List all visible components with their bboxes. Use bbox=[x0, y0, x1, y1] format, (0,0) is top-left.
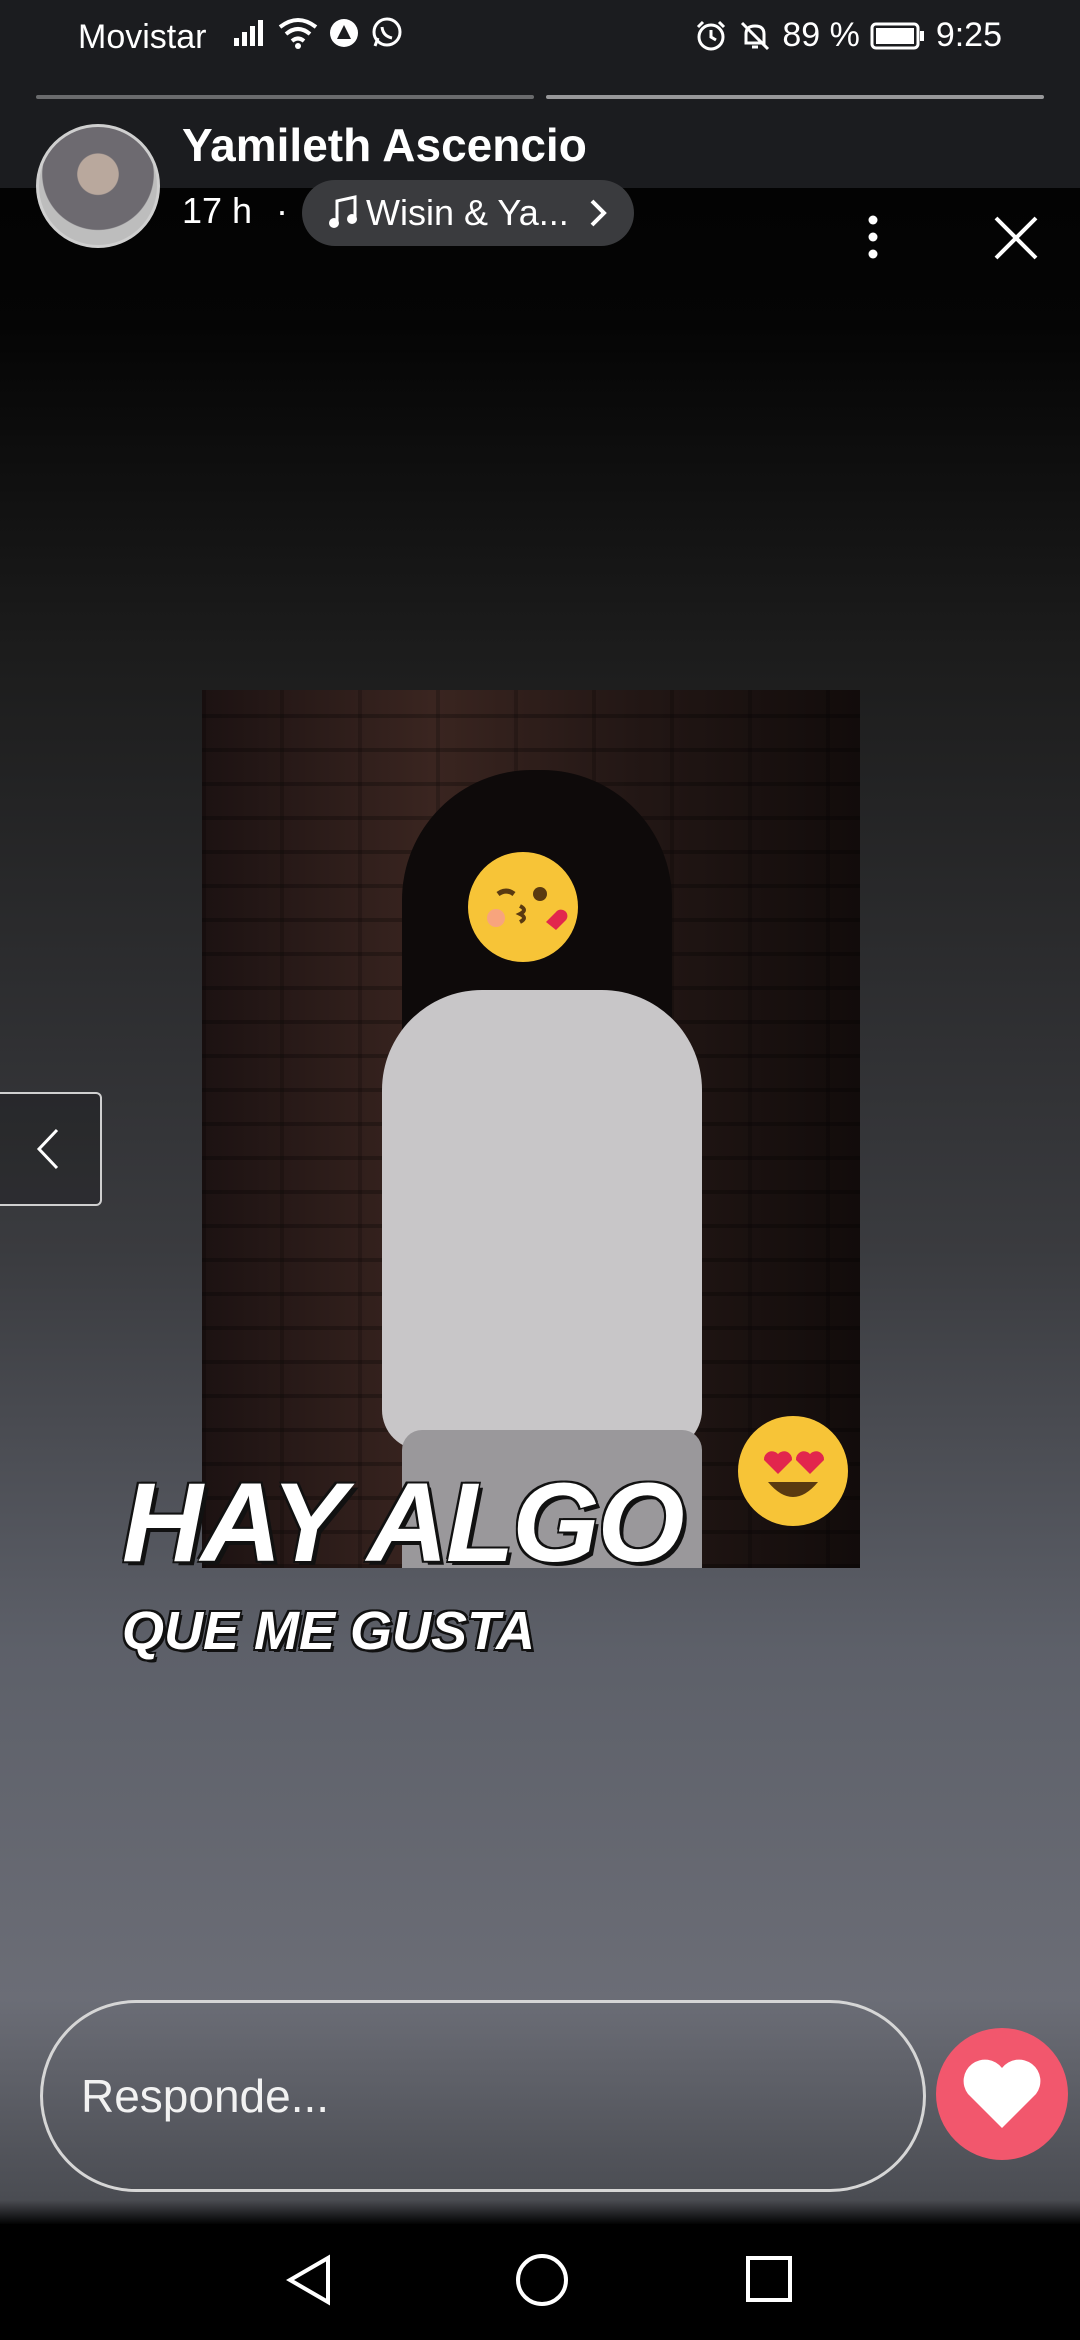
story-user-name[interactable]: Yamileth Ascencio bbox=[182, 118, 587, 172]
system-navigation-bar bbox=[0, 2224, 1080, 2340]
wifi-icon bbox=[278, 17, 318, 49]
more-options-button[interactable] bbox=[858, 212, 888, 262]
home-circle-icon bbox=[516, 2254, 568, 2306]
battery-percent: 89 % bbox=[782, 16, 860, 54]
separator-dot: · bbox=[276, 190, 288, 231]
alarm-icon bbox=[694, 19, 728, 53]
reply-placeholder: Responde... bbox=[81, 2070, 330, 2122]
story-progress-segment-1 bbox=[36, 95, 534, 99]
avatar[interactable] bbox=[36, 124, 160, 248]
story-caption-line-2: QUE ME GUSTA bbox=[122, 1601, 536, 1661]
nav-recents-button[interactable] bbox=[744, 2254, 794, 2309]
whatsapp-icon bbox=[370, 16, 404, 50]
battery-icon bbox=[870, 21, 926, 51]
heart-icon bbox=[963, 2059, 1041, 2128]
back-triangle-icon bbox=[286, 2254, 330, 2306]
kissing-face-emoji-icon bbox=[468, 852, 578, 962]
music-note-icon bbox=[328, 195, 358, 231]
like-button[interactable] bbox=[936, 2028, 1068, 2160]
status-right: 89 % 9:25 bbox=[694, 16, 1002, 55]
story-progress-segment-2 bbox=[546, 95, 1044, 99]
story-caption-line-1: HAY ALGO bbox=[122, 1460, 685, 1585]
carrier-name: Movistar bbox=[78, 18, 207, 56]
music-pill[interactable]: Wisin & Ya... bbox=[302, 180, 634, 246]
previous-story-button[interactable] bbox=[0, 1092, 102, 1206]
reply-input[interactable]: Responde... bbox=[40, 2000, 926, 2192]
close-button[interactable] bbox=[990, 212, 1042, 264]
photo-subject-shirt bbox=[382, 990, 702, 1450]
story-time-ago: 17 h bbox=[182, 190, 253, 231]
mute-icon bbox=[738, 19, 772, 53]
heart-eyes-emoji-icon bbox=[738, 1416, 848, 1526]
nav-home-button[interactable] bbox=[514, 2252, 570, 2313]
chevron-right-icon bbox=[586, 195, 610, 231]
nav-back-button[interactable] bbox=[282, 2252, 338, 2313]
more-vertical-icon bbox=[868, 215, 878, 259]
signal-icon bbox=[232, 18, 268, 48]
chevron-left-icon bbox=[36, 1128, 59, 1170]
recents-square-icon bbox=[746, 2256, 792, 2302]
music-label: Wisin & Ya... bbox=[366, 192, 569, 233]
status-left-icons bbox=[232, 16, 404, 50]
close-icon bbox=[994, 216, 1038, 260]
clock-time: 9:25 bbox=[935, 16, 1002, 54]
data-saver-icon bbox=[328, 17, 360, 49]
status-bar: Movistar 89 % 9:25 bbox=[0, 0, 1080, 72]
